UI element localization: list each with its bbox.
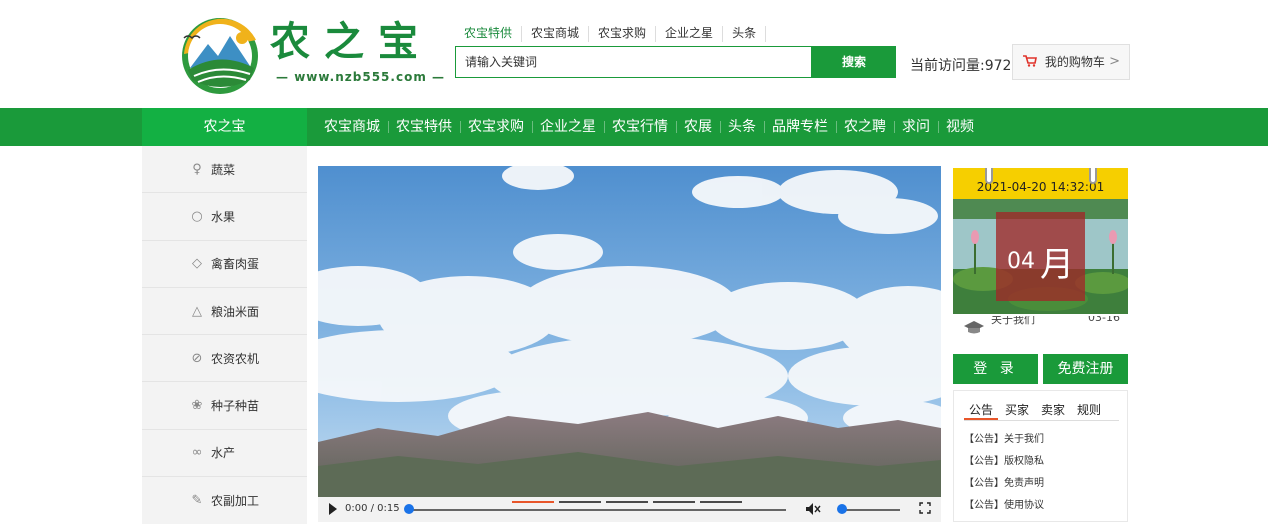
notice-item-about[interactable]: 【公告】关于我们 <box>964 429 1044 451</box>
category-label: 蔬菜 <box>211 162 236 177</box>
clipped-notice-strip: 关于我们 03-16 <box>955 316 1128 338</box>
grain-bag-icon: △ <box>192 303 202 319</box>
notice-list: 【公告】关于我们 【公告】版权隐私 【公告】免责声明 【公告】使用协议 <box>964 429 1044 517</box>
nav-home[interactable]: 农之宝 <box>142 108 307 146</box>
video-player[interactable] <box>318 166 941 522</box>
calendar-ring-left <box>985 168 993 184</box>
category-grain-oil[interactable]: △ 粮油米面 <box>142 288 307 336</box>
category-fruit[interactable]: ○ 水果 <box>142 193 307 241</box>
cart-icon <box>1023 55 1041 69</box>
category-label: 农资农机 <box>211 351 260 366</box>
shopping-cart-button[interactable]: 我的购物车 > <box>1012 44 1130 80</box>
category-sidebar: ♀ 蔬菜 ○ 水果 ◇ 禽畜肉蛋 △ 粮油米面 ⊘ 农资农机 ❀ 种子种苗 ∞ … <box>142 146 307 524</box>
visit-counter: 当前访问量:972 <box>910 58 1012 74</box>
carousel-indicator-1[interactable] <box>512 501 554 503</box>
fruit-icon: ○ <box>191 208 203 224</box>
cart-label: 我的购物车 <box>1044 55 1105 69</box>
nav-item-market[interactable]: 农宝行情 <box>604 108 676 146</box>
nav-item-ask[interactable]: 求问 <box>894 108 938 146</box>
nav-items: 农宝商城 农宝特供 农宝求购 企业之星 农宝行情 农展 头条 品牌专栏 农之聘 … <box>316 108 982 146</box>
top-link-headlines[interactable]: 头条 <box>723 26 767 42</box>
top-link-nongbao-tegong[interactable]: 农宝特供 <box>462 26 523 42</box>
nav-item-exhibition[interactable]: 农展 <box>676 108 720 146</box>
calendar-month: 04 月 <box>996 212 1085 301</box>
video-progress-bar[interactable] <box>408 509 786 511</box>
video-time: 0:00 / 0:15 <box>345 503 400 514</box>
search-input[interactable]: 请输入关键词 <box>455 46 812 78</box>
fullscreen-icon[interactable] <box>919 502 931 517</box>
notice-item-privacy[interactable]: 【公告】版权隐私 <box>964 451 1044 473</box>
tool-icon: ⊘ <box>191 350 203 366</box>
category-meat-eggs[interactable]: ◇ 禽畜肉蛋 <box>142 241 307 288</box>
volume-muted-icon[interactable] <box>805 501 821 520</box>
seed-icon: ❀ <box>191 398 203 414</box>
carousel-indicator-5[interactable] <box>700 501 742 503</box>
category-vegetables[interactable]: ♀ 蔬菜 <box>142 146 307 194</box>
category-label: 禽畜肉蛋 <box>211 257 260 272</box>
month-number: 04 <box>1006 249 1035 274</box>
meat-icon: ◇ <box>192 256 202 272</box>
logo-emblem-icon <box>182 18 258 94</box>
nav-item-purchase[interactable]: 农宝求购 <box>460 108 532 146</box>
top-links: 农宝特供 农宝商城 农宝求购 企业之星 头条 <box>462 26 767 42</box>
nav-item-mall[interactable]: 农宝商城 <box>316 108 388 146</box>
carousel-indicators <box>512 501 742 503</box>
vegetable-icon: ♀ <box>192 161 202 177</box>
category-label: 粮油米面 <box>211 304 260 319</box>
video-progress-handle[interactable] <box>404 504 414 514</box>
volume-slider[interactable] <box>843 509 900 511</box>
calendar-widget: 2021-04-20 14:32:01 04 月 <box>953 168 1128 318</box>
top-link-nongbao-purchase[interactable]: 农宝求购 <box>589 26 657 42</box>
category-label: 水果 <box>211 209 236 224</box>
nav-item-enterprise-star[interactable]: 企业之星 <box>532 108 604 146</box>
nav-item-tegong[interactable]: 农宝特供 <box>388 108 460 146</box>
login-button[interactable]: 登 录 <box>953 354 1038 384</box>
calendar-datetime: 2021-04-20 14:32:01 <box>953 168 1128 199</box>
strip-right-text: 03-16 <box>1088 316 1120 324</box>
carousel-indicator-3[interactable] <box>606 501 648 503</box>
category-aquatic[interactable]: ∞ 水产 <box>142 430 307 478</box>
notice-item-terms[interactable]: 【公告】使用协议 <box>964 495 1044 517</box>
tab-rules[interactable]: 规则 <box>1072 401 1106 420</box>
top-link-nongbao-mall[interactable]: 农宝商城 <box>522 26 590 42</box>
top-link-enterprise-star[interactable]: 企业之星 <box>656 26 724 42</box>
nav-item-video[interactable]: 视频 <box>938 108 982 146</box>
chevron-right-icon: > <box>1109 54 1120 69</box>
category-processing[interactable]: ✎ 农副加工 <box>142 477 307 524</box>
page: 农之宝 www.nzb555.com 农宝特供 农宝商城 农宝求购 企业之星 头… <box>0 0 1268 524</box>
nav-item-jobs[interactable]: 农之聘 <box>836 108 894 146</box>
site-logo[interactable]: 农之宝 www.nzb555.com <box>178 10 433 96</box>
notice-panel: 公告 买家 卖家 规则 【公告】关于我们 【公告】版权隐私 【公告】免责声明 【… <box>953 390 1128 522</box>
category-agri-machinery[interactable]: ⊘ 农资农机 <box>142 335 307 383</box>
tab-buyers[interactable]: 买家 <box>1000 401 1034 420</box>
graduation-cap-icon <box>964 321 984 334</box>
video-frame-sky-mountains <box>318 166 941 522</box>
tab-announcements[interactable]: 公告 <box>964 401 999 420</box>
search-button[interactable]: 搜索 <box>812 46 896 78</box>
category-label: 农副加工 <box>211 494 260 509</box>
video-controls: 0:00 / 0:15 <box>318 497 941 522</box>
category-seeds[interactable]: ❀ 种子种苗 <box>142 382 307 430</box>
category-label: 水产 <box>211 446 236 461</box>
category-label: 种子种苗 <box>211 399 260 414</box>
notice-item-disclaimer[interactable]: 【公告】免责声明 <box>964 473 1044 495</box>
nav-item-headlines[interactable]: 头条 <box>720 108 764 146</box>
calendar-ring-right <box>1089 168 1097 184</box>
brush-icon: ✎ <box>191 493 203 509</box>
carousel-indicator-4[interactable] <box>653 501 695 503</box>
volume-handle[interactable] <box>837 504 847 514</box>
carousel-indicator-2[interactable] <box>559 501 601 503</box>
strip-left-text: 关于我们 <box>991 316 1035 326</box>
logo-text: 农之宝 <box>270 19 432 65</box>
register-button[interactable]: 免费注册 <box>1043 354 1128 384</box>
notice-tabs: 公告 买家 卖家 规则 <box>964 401 1119 421</box>
play-icon[interactable] <box>329 503 337 515</box>
fish-icon: ∞ <box>191 445 203 461</box>
month-unit: 月 <box>1040 245 1075 285</box>
nav-item-brands[interactable]: 品牌专栏 <box>764 108 836 146</box>
main-nav: 农之宝 农宝商城 农宝特供 农宝求购 企业之星 农宝行情 农展 头条 品牌专栏 … <box>0 108 1268 146</box>
logo-url: www.nzb555.com <box>276 70 445 84</box>
tab-sellers[interactable]: 卖家 <box>1036 401 1070 420</box>
